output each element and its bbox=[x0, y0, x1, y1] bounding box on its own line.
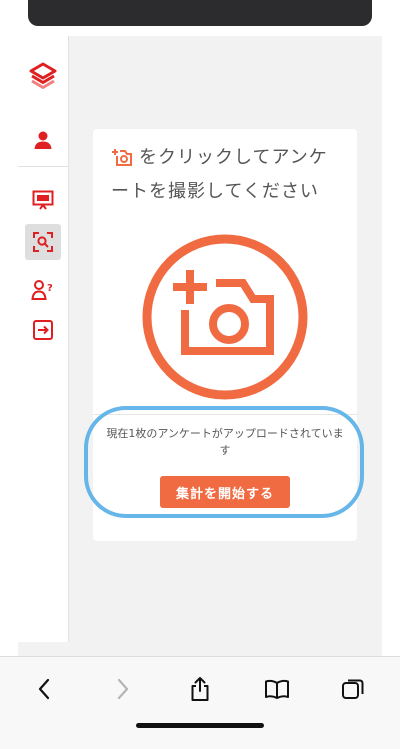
browser-toolbar bbox=[0, 656, 400, 749]
sidebar: ? bbox=[18, 36, 69, 642]
camera-add-icon bbox=[111, 147, 133, 177]
back-button[interactable] bbox=[22, 667, 66, 711]
sidebar-item-logout[interactable] bbox=[25, 312, 61, 348]
camera-add-icon bbox=[142, 234, 308, 400]
share-icon bbox=[191, 677, 209, 701]
presentation-icon bbox=[32, 190, 54, 210]
user-question-icon: ? bbox=[31, 280, 53, 300]
status-bar bbox=[28, 0, 372, 26]
sidebar-item-user-question[interactable]: ? bbox=[25, 272, 61, 308]
back-icon bbox=[38, 678, 50, 700]
sidebar-divider bbox=[18, 166, 68, 167]
sidebar-item-scan[interactable] bbox=[25, 224, 61, 260]
logo-icon bbox=[29, 62, 57, 89]
logout-icon bbox=[33, 320, 53, 340]
forward-icon bbox=[117, 678, 129, 700]
capture-button[interactable] bbox=[141, 233, 309, 401]
home-indicator bbox=[136, 723, 264, 728]
tabs-icon bbox=[342, 679, 364, 699]
tabs-button[interactable] bbox=[331, 667, 375, 711]
annotation-highlight bbox=[84, 406, 364, 518]
bookmarks-icon bbox=[265, 679, 289, 699]
sidebar-item-presentation[interactable] bbox=[25, 182, 61, 218]
instruction-label: をクリックしてアンケートを撮影してください bbox=[111, 147, 328, 202]
instruction-text: をクリックしてアンケートを撮影してください bbox=[111, 143, 345, 207]
share-button[interactable] bbox=[178, 667, 222, 711]
bookmarks-button[interactable] bbox=[255, 667, 299, 711]
sidebar-item-profile[interactable] bbox=[25, 122, 61, 158]
web-page: ? をクリックしてアンケートを撮影してください 現在1枚のアンケートがアップロー… bbox=[18, 36, 382, 656]
app-logo[interactable] bbox=[25, 58, 61, 94]
user-icon bbox=[34, 131, 52, 149]
svg-text:?: ? bbox=[47, 283, 53, 294]
forward-button[interactable] bbox=[101, 667, 145, 711]
scan-icon bbox=[33, 232, 53, 252]
